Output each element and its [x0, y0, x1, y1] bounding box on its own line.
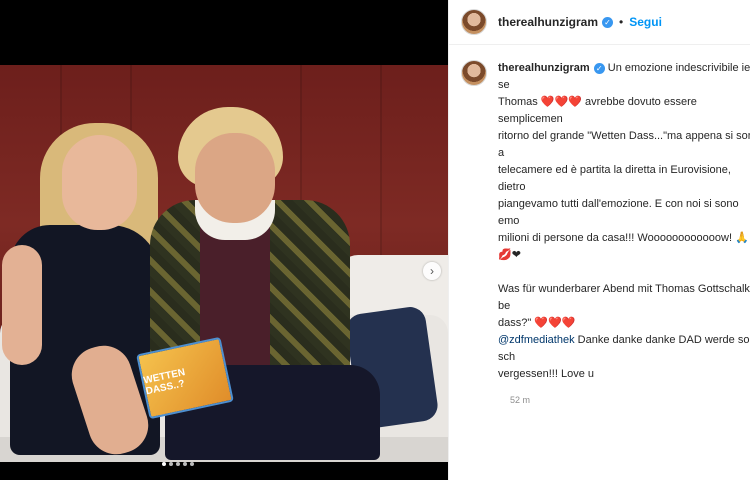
separator-dot: •: [619, 15, 624, 29]
avatar[interactable]: [461, 9, 487, 35]
man-face: [195, 133, 275, 223]
post-media[interactable]: WETTEN DASS..? ›: [0, 0, 448, 480]
caption-avatar[interactable]: [461, 60, 487, 86]
carousel-dots: [162, 462, 194, 466]
carousel-dot: [183, 462, 187, 466]
mention-link[interactable]: @zdfmediathek: [498, 334, 575, 346]
verified-badge-icon: ✓: [602, 16, 614, 28]
caption-line: dass?": [498, 317, 532, 329]
caption-line: telecamere ed è partita la diretta in Eu…: [498, 164, 731, 193]
post-photo: WETTEN DASS..?: [0, 65, 448, 462]
woman-face: [62, 135, 137, 230]
follow-button[interactable]: Segui: [629, 15, 662, 29]
hearts-emoji: ❤️❤️❤️: [534, 317, 576, 329]
caption-line: Thomas: [498, 96, 538, 108]
caption-line: piangevamo tutti dall'emozione. E con no…: [498, 198, 739, 227]
woman-arm: [2, 245, 42, 365]
header-username[interactable]: therealhunzigram: [498, 15, 598, 29]
caption-username[interactable]: therealhunzigram: [498, 62, 590, 74]
hearts-emoji: ❤️❤️❤️: [540, 96, 582, 108]
next-image-button[interactable]: ›: [423, 262, 441, 280]
caption-line: ritorno del grande "Wetten Dass..."ma ap…: [498, 130, 750, 159]
post-timestamp[interactable]: 52 m: [510, 395, 750, 405]
carousel-dot: [162, 462, 166, 466]
caption-line: Was für wunderbarer Abend mit Thomas Got…: [498, 283, 750, 312]
carousel-dot: [176, 462, 180, 466]
caption-line: milioni di persone da casa!!! Wooooooooo…: [498, 232, 749, 261]
carousel-dot: [169, 462, 173, 466]
caption-line: vergessen!!! Love u: [498, 368, 595, 380]
post-header: therealhunzigram ✓ • Segui: [449, 0, 750, 45]
caption: therealhunzigram ✓ Un emozione indescrivi…: [461, 60, 750, 405]
verified-badge-icon: ✓: [593, 63, 605, 74]
caption-text: therealhunzigram ✓ Un emozione indescrivi…: [498, 60, 750, 383]
carousel-dot: [190, 462, 194, 466]
post-sidebar: therealhunzigram ✓ • Segui therealhunzig…: [448, 0, 750, 480]
caption-paragraph-2: Was für wunderbarer Abend mit Thomas Got…: [498, 281, 750, 383]
